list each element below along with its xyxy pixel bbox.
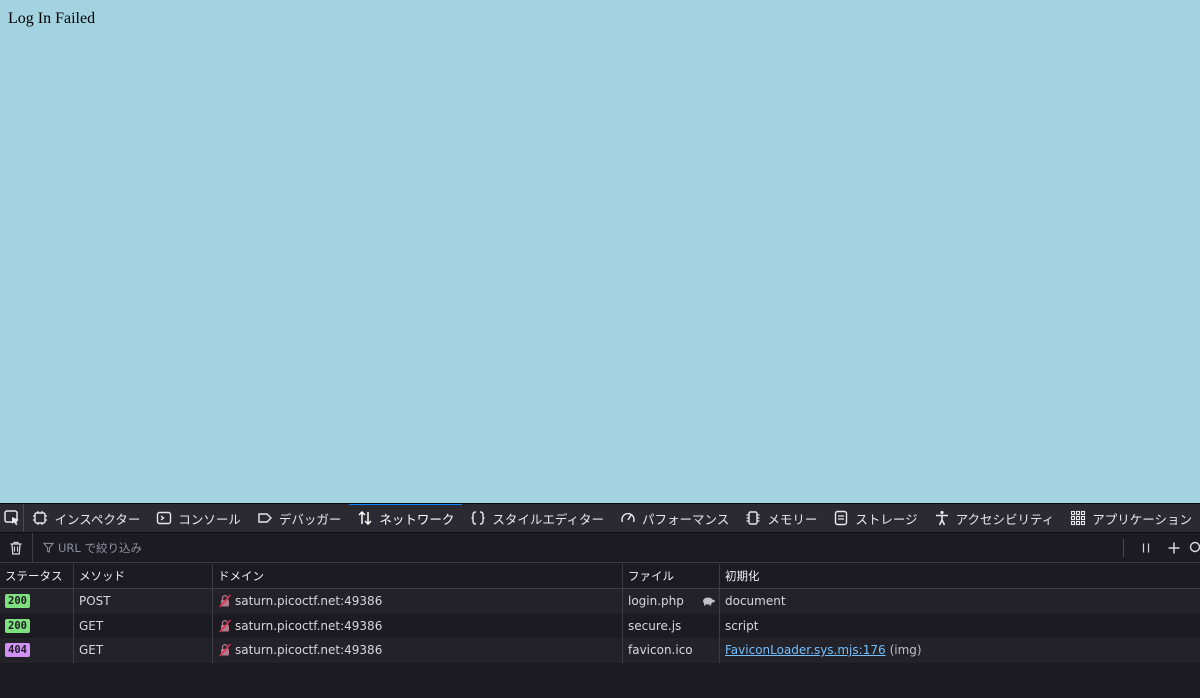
table-row[interactable]: 200 POST saturn.picoctf.net:49386 login.… (0, 589, 1200, 614)
column-method[interactable]: メソッド (74, 564, 213, 588)
turtle-icon (703, 597, 715, 606)
tab-style-editor-label: スタイルエディター (492, 511, 605, 527)
tab-storage-label: ストレージ (855, 511, 918, 527)
tab-inspector[interactable]: インスペクター (24, 504, 148, 532)
request-initiator: script (725, 618, 759, 633)
element-picker-button[interactable] (0, 504, 25, 532)
page-viewport: Log In Failed (0, 0, 1200, 503)
request-initiator: document (725, 594, 786, 609)
insecure-lock-icon (218, 619, 232, 633)
storage-icon (835, 510, 848, 526)
style-editor-icon (471, 511, 485, 525)
request-method: GET (74, 613, 213, 638)
console-icon (157, 511, 172, 525)
plus-icon (1168, 542, 1180, 553)
table-row[interactable]: 200 GET saturn.picoctf.net:49386 secure.… (0, 613, 1200, 638)
tab-style-editor[interactable]: スタイルエディター (462, 504, 612, 532)
tab-memory[interactable]: メモリー (737, 504, 825, 532)
initiator-source-link[interactable]: FaviconLoader.sys.mjs:176 (725, 643, 886, 657)
tab-console[interactable]: コンソール (148, 504, 249, 532)
status-badge: 404 (5, 643, 30, 658)
tab-inspector-label: インスペクター (54, 511, 141, 527)
tab-accessibility-label: アクセシビリティ (955, 511, 1055, 527)
tab-network-label: ネットワーク (379, 511, 455, 527)
url-filter-input[interactable] (54, 532, 1123, 563)
devtools-toolbar: インスペクター コンソール デバッガー ネットワーク スタイルエディター パフォ… (0, 503, 1200, 533)
tab-console-label: コンソール (178, 511, 241, 527)
column-domain[interactable]: ドメイン (213, 564, 623, 588)
devtools-panel: インスペクター コンソール デバッガー ネットワーク スタイルエディター パフォ… (0, 503, 1200, 698)
search-button[interactable] (1188, 533, 1200, 563)
column-initiator[interactable]: 初期化 (720, 564, 1200, 588)
table-header: ステータス メソッド ドメイン ファイル 初期化 (0, 564, 1200, 589)
request-method: POST (74, 589, 213, 614)
debugger-icon (258, 513, 272, 523)
trash-icon (10, 541, 22, 555)
tab-memory-label: メモリー (767, 511, 818, 527)
clear-requests-button[interactable] (0, 532, 33, 563)
request-method: GET (74, 638, 213, 663)
tab-application[interactable]: アプリケーション (1062, 504, 1200, 532)
tab-debugger[interactable]: デバッガー (249, 504, 350, 532)
column-status[interactable]: ステータス (0, 564, 74, 588)
insecure-lock-icon (218, 643, 232, 657)
insecure-lock-icon (218, 594, 232, 608)
accessibility-icon (935, 510, 948, 526)
pause-recording-button[interactable] (1132, 533, 1160, 563)
network-icon (358, 510, 372, 526)
tab-network[interactable]: ネットワーク (349, 504, 463, 532)
filter-bar-tools (1123, 533, 1200, 563)
tab-debugger-label: デバッガー (278, 511, 342, 527)
page-heading: Log In Failed (8, 10, 96, 27)
memory-icon (746, 511, 760, 525)
tab-application-label: アプリケーション (1092, 511, 1192, 527)
request-file: favicon.ico (628, 643, 693, 658)
status-badge: 200 (5, 618, 30, 633)
toolbar-divider (1123, 538, 1124, 557)
network-filter-bar (0, 532, 1200, 563)
search-icon (1189, 541, 1200, 552)
tab-performance-label: パフォーマンス (642, 511, 730, 527)
tab-storage[interactable]: ストレージ (825, 504, 925, 532)
application-icon (1071, 510, 1086, 526)
request-domain: saturn.picoctf.net:49386 (235, 643, 383, 658)
initiator-type: (img) (889, 643, 922, 658)
inspector-icon (33, 511, 48, 525)
request-blocking-button[interactable] (1160, 533, 1188, 563)
performance-icon (621, 512, 635, 523)
column-file[interactable]: ファイル (623, 564, 720, 588)
request-domain: saturn.picoctf.net:49386 (235, 618, 383, 633)
pause-icon (1142, 543, 1150, 552)
request-rows: 200 POST saturn.picoctf.net:49386 login.… (0, 589, 1200, 663)
tab-accessibility[interactable]: アクセシビリティ (926, 504, 1063, 532)
table-row[interactable]: 404 GET saturn.picoctf.net:49386 favicon… (0, 638, 1200, 663)
network-request-table: ステータス メソッド ドメイン ファイル 初期化 200 POST saturn… (0, 564, 1200, 663)
tab-performance[interactable]: パフォーマンス (612, 504, 737, 532)
status-badge: 200 (5, 594, 30, 609)
filter-icon (43, 542, 54, 553)
request-file: login.php (628, 594, 684, 609)
request-domain: saturn.picoctf.net:49386 (235, 594, 383, 609)
element-picker-icon (3, 510, 19, 526)
request-file: secure.js (628, 618, 682, 633)
